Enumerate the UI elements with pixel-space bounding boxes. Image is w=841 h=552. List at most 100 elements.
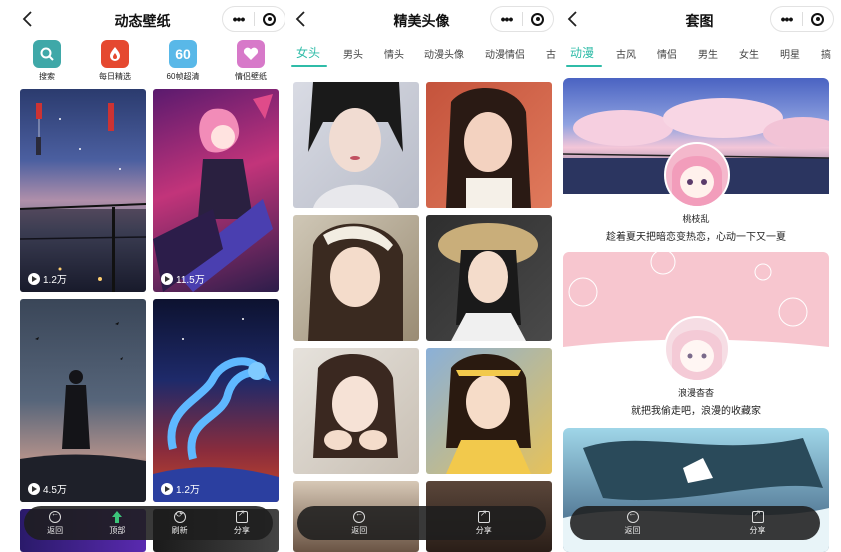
60fps-icon: 60 [169,40,197,68]
active-tab-indicator [291,65,327,67]
share-label: 分享 [749,525,766,535]
avatar-photo [308,223,403,341]
set-description: 趁着夏天把暗恋变热恋，心动一下又一夏 [606,232,786,243]
back-arrow-icon[interactable] [563,9,583,29]
wallpaper-card-silhouette[interactable]: 4.5万 [20,299,146,502]
wallpaper-card-dragon[interactable]: 1.2万 [153,299,279,502]
mini-program-capsule: ••• [770,6,834,32]
quick-actions: 搜索 每日精选 60 60帧超清 情侣壁纸 [0,40,285,84]
close-target-icon[interactable] [803,7,833,31]
quick-couple[interactable]: 情侣壁纸 [223,40,279,82]
quick-search[interactable]: 搜索 [19,40,75,82]
tab-anime-avatar[interactable]: 动漫头像 [424,46,464,61]
quick-daily[interactable]: 每日精选 [87,40,143,82]
refresh-label: 刷新 [171,525,188,535]
play-count: 11.5万 [176,275,205,286]
tab-funny[interactable]: 搞 [821,46,831,61]
back-button[interactable]: 返回 [624,509,641,536]
wallpaper-art [20,322,146,502]
avatar-card[interactable] [426,215,552,341]
avatar-photo [446,354,531,474]
tab-ancient[interactable]: 古 [546,46,556,61]
avatar-photo [446,88,531,208]
set-name: 桃枝乱 [682,214,710,224]
share-button[interactable]: 分享 [749,508,766,536]
navbar: 套图 ••• [558,0,841,38]
mini-program-capsule: ••• [490,6,554,32]
close-target-icon[interactable] [255,7,285,31]
tab-female[interactable]: 女头 [296,44,320,61]
photo-set-card[interactable]: 桃枝乱 趁着夏天把暗恋变热恋，心动一下又一夏 [563,78,829,246]
set-avatar-art [672,156,722,206]
drop-icon [101,40,129,68]
panel-avatars: 精美头像 ••• 女头 男头 情头 动漫头像 动漫情侣 古 ← 返回 ↗ 分享 [285,0,558,552]
tab-stars[interactable]: 明星 [780,46,800,61]
avatar-card[interactable] [426,82,552,208]
quick-60fps[interactable]: 60 60帧超清 [155,40,211,82]
share-button[interactable]: 分享 [233,508,250,536]
heart-icon [237,40,265,68]
tab-boys[interactable]: 男生 [698,46,718,61]
panel-dynamic-wallpaper: 动态壁纸 ••• 搜索 每日精选 60 60帧超清 情侣壁纸 1.2万 11.5… [0,0,285,552]
back-label: 返回 [351,525,368,535]
tab-ancient[interactable]: 古风 [616,46,636,61]
share-icon [235,508,248,523]
avatar-card[interactable] [293,348,419,474]
top-button[interactable]: 顶部 [109,510,125,536]
avatar-photo [308,82,403,208]
back-icon [49,509,62,523]
share-label: 分享 [475,525,492,535]
wallpaper-card-windchime[interactable]: 1.2万 [20,89,146,292]
set-avatar-art [672,330,722,380]
bottom-toolbar: 返回 顶部 刷新 分享 [24,506,273,540]
back-icon [626,509,639,523]
share-button[interactable]: 分享 [475,508,492,536]
back-arrow-icon[interactable] [18,9,38,29]
quick-couple-label: 情侣壁纸 [235,72,267,81]
play-count: 1.2万 [43,275,67,286]
back-button[interactable]: 返回 [351,509,368,536]
back-arrow-icon[interactable] [291,9,311,29]
avatar-card[interactable] [293,215,419,341]
tab-anime[interactable]: 动漫 [570,44,594,61]
more-icon[interactable]: ••• [771,7,802,31]
more-icon[interactable]: ••• [491,7,522,31]
bottom-toolbar: 返回 分享 [570,506,820,540]
share-label: 分享 [233,525,250,535]
wallpaper-art [153,94,273,292]
play-count-badge: 4.5万 [28,481,67,496]
refresh-button[interactable]: 刷新 [171,509,188,536]
play-count-badge: 11.5万 [161,271,205,286]
set-name: 浪漫杳杳 [677,388,714,398]
play-count-badge: 1.2万 [28,271,67,286]
category-tabs: 动漫 古风 情侣 男生 女生 明星 搞 [558,40,841,70]
tab-anime-couple[interactable]: 动漫情侣 [485,46,525,61]
navbar: 精美头像 ••• [285,0,558,38]
refresh-icon [173,509,186,523]
avatar-card[interactable] [426,348,552,474]
quick-search-label: 搜索 [39,72,55,81]
tab-male[interactable]: 男头 [343,46,363,61]
play-icon [28,272,40,285]
play-count: 4.5万 [43,485,67,496]
back-label: 返回 [47,525,64,535]
tab-couple[interactable]: 情头 [384,46,404,61]
tab-girls[interactable]: 女生 [739,46,759,61]
back-label: 返回 [624,525,641,535]
share-icon [477,508,490,523]
avatar-photo [438,223,538,341]
tab-couple[interactable]: 情侣 [657,46,677,61]
top-icon [112,510,123,523]
panel-photo-sets: 套图 ••• 动漫 古风 情侣 男生 女生 明星 搞 桃枝乱 趁着夏天把暗恋变热… [558,0,841,552]
bottom-toolbar: 返回 分享 [297,506,546,540]
wallpaper-card-anime-girl[interactable]: 11.5万 [153,89,279,292]
wallpaper-art [153,318,279,502]
active-tab-indicator [566,65,602,67]
close-target-icon[interactable] [523,7,553,31]
avatar-card[interactable] [293,82,419,208]
photo-set-card[interactable]: 浪漫杳杳 就把我偷走吧，浪漫的收藏家 [563,252,829,420]
more-icon[interactable]: ••• [223,7,254,31]
back-button[interactable]: 返回 [47,509,64,536]
quick-daily-label: 每日精选 [99,72,131,81]
set-description: 就把我偷走吧，浪漫的收藏家 [631,406,761,417]
